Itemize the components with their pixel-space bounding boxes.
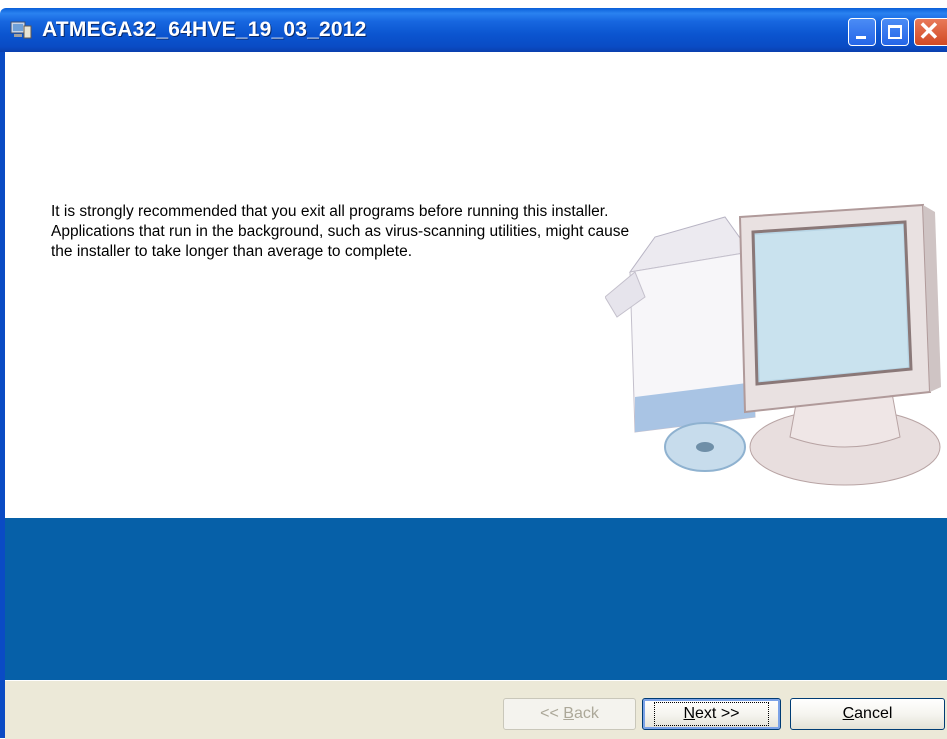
window-title: ATMEGA32_64HVE_19_03_2012 <box>42 18 367 41</box>
minimize-button[interactable] <box>848 18 876 46</box>
welcome-panel: It is strongly recommended that you exit… <box>5 52 947 518</box>
cancel-button[interactable]: Cancel <box>790 698 945 730</box>
back-button-accel: B <box>563 705 574 722</box>
minimize-icon <box>856 36 866 39</box>
close-icon: ✕ <box>918 16 940 46</box>
installer-window: ATMEGA32_64HVE_19_03_2012 ✕ It is strong… <box>0 0 947 739</box>
installer-app-icon <box>10 21 32 39</box>
next-button-accel: N <box>683 705 696 722</box>
next-button[interactable]: Next >> <box>642 698 781 730</box>
decorative-band <box>5 518 947 680</box>
title-bar[interactable]: ATMEGA32_64HVE_19_03_2012 ✕ <box>0 8 947 52</box>
maximize-button[interactable] <box>881 18 909 46</box>
next-button-focus: Next >> <box>654 702 769 726</box>
next-button-label: ext >> <box>695 705 740 722</box>
close-button[interactable]: ✕ <box>914 16 947 46</box>
recommendation-message: It is strongly recommended that you exit… <box>51 203 630 260</box>
computer-with-box-and-disc-icon <box>605 203 941 486</box>
cancel-button-accel: C <box>842 705 855 722</box>
maximize-icon <box>888 25 902 39</box>
back-button[interactable]: << Back <box>503 698 636 730</box>
back-button-prefix: << <box>540 705 564 722</box>
button-bar: << Back Next >> Cancel <box>5 680 947 739</box>
cancel-button-label: ancel <box>854 705 893 722</box>
back-button-label: ack <box>573 705 599 722</box>
